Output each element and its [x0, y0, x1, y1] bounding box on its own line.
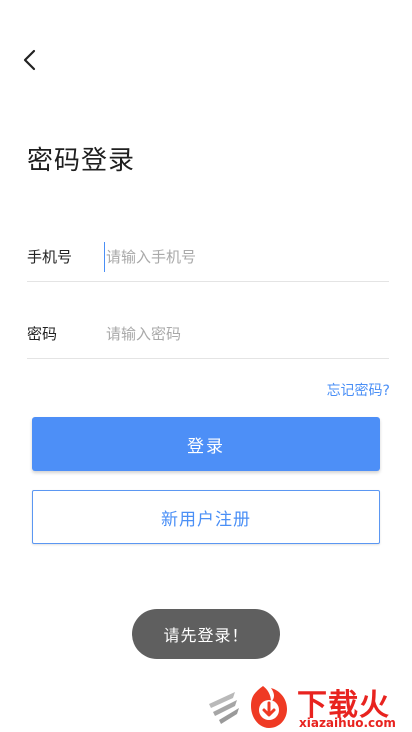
phone-input[interactable]: [104, 241, 389, 272]
register-button[interactable]: 新用户注册: [32, 490, 380, 544]
password-input[interactable]: [106, 318, 389, 349]
phone-field-row: 手机号: [27, 232, 389, 282]
watermark-domain: xiazaihuo.com: [299, 716, 396, 730]
password-field-row: 密码: [27, 309, 389, 359]
login-screen: 密码登录 手机号 密码 忘记密码? 登录 新用户注册 请先登录！ 下载火 xia…: [0, 0, 412, 732]
login-button[interactable]: 登录: [32, 417, 380, 471]
watermark: 下载火 xiazaihuo.com: [205, 678, 410, 732]
forgot-password-link[interactable]: 忘记密码?: [327, 380, 390, 400]
watermark-logo-icon: [209, 686, 287, 728]
toast-message: 请先登录！: [132, 609, 280, 659]
chevron-left-icon: [23, 49, 36, 71]
page-title: 密码登录: [27, 146, 136, 176]
phone-label: 手机号: [27, 248, 73, 266]
back-button[interactable]: [14, 44, 46, 76]
password-label: 密码: [27, 325, 58, 343]
